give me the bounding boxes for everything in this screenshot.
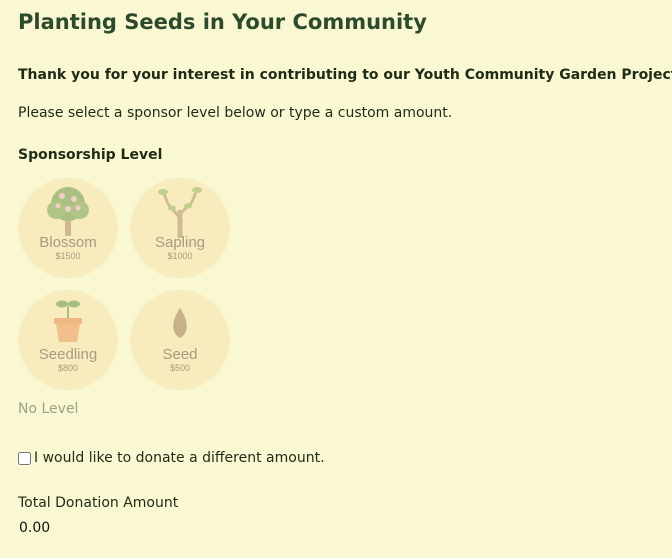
blossom-tree-icon	[47, 187, 89, 236]
seed-icon	[173, 308, 187, 338]
no-level-option[interactable]: No Level	[18, 401, 78, 417]
level-seed-option[interactable]: Seed $500	[130, 290, 230, 390]
level-amount: $1000	[167, 251, 193, 261]
intro-instructions: Please select a sponsor level below or t…	[18, 105, 453, 121]
level-amount: $1500	[55, 251, 81, 261]
sapling-icon	[158, 187, 202, 238]
total-donation-value: 0.00	[19, 520, 51, 536]
level-name: Seed	[162, 346, 198, 363]
custom-amount-checkbox[interactable]	[18, 451, 31, 465]
sponsorship-level-heading: Sponsorship Level	[18, 147, 163, 163]
level-name: Seedling	[38, 346, 98, 363]
level-name: Sapling	[154, 234, 206, 251]
page-title: Planting Seeds in Your Community	[18, 10, 427, 34]
total-donation-label: Total Donation Amount	[18, 495, 179, 511]
intro-thanks: Thank you for your interest in contribut…	[18, 67, 672, 83]
level-seedling-option[interactable]: Seedling $800	[18, 290, 118, 390]
level-name: Blossom	[39, 234, 97, 251]
level-amount: $800	[57, 363, 79, 373]
custom-amount-row: I would like to donate a different amoun…	[18, 450, 325, 466]
seedling-pot-icon	[54, 300, 82, 342]
level-amount: $500	[169, 363, 191, 373]
custom-amount-label[interactable]: I would like to donate a different amoun…	[34, 450, 325, 466]
level-sapling-option[interactable]: Sapling $1000	[130, 178, 230, 278]
level-blossom-option[interactable]: Blossom $1500	[18, 178, 118, 278]
